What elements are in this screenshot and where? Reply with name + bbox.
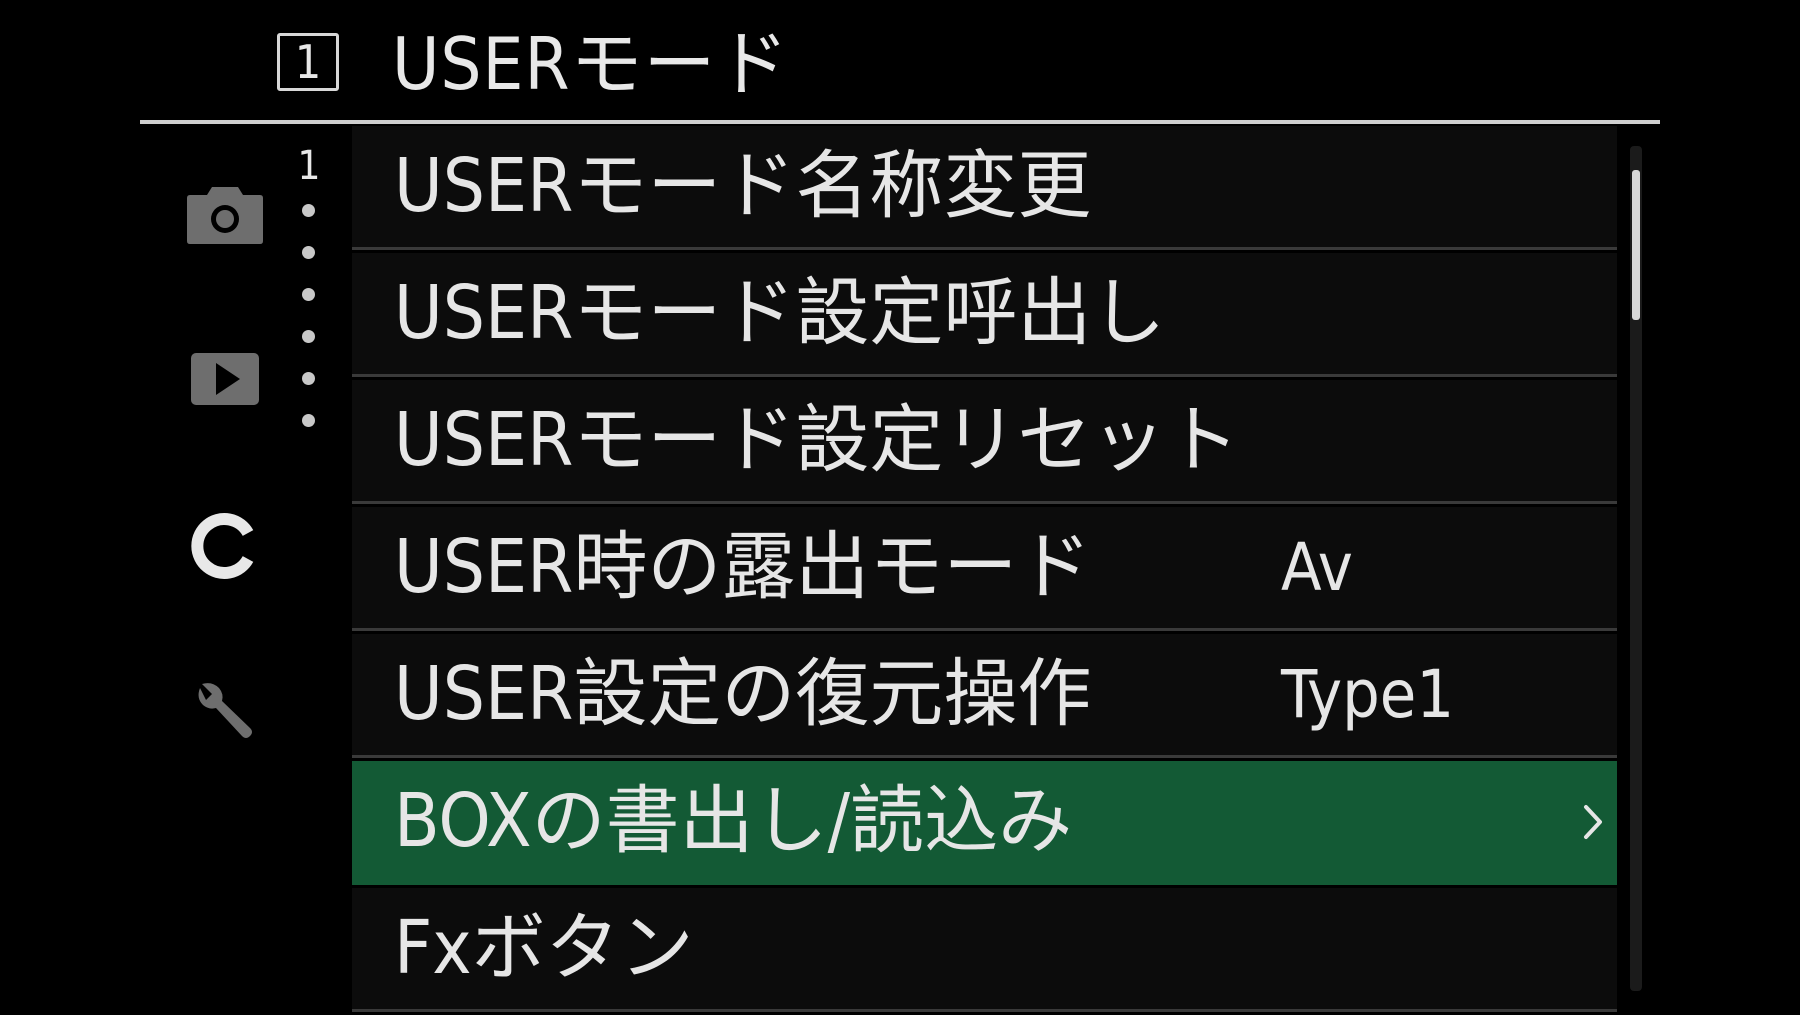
menu-item-user-restore-operation[interactable]: USER設定の復元操作 Type1 — [352, 634, 1617, 758]
page-dot — [302, 414, 315, 427]
menu-item-label: BOXの書出し/読込み — [394, 778, 1073, 864]
page-dot — [302, 246, 315, 259]
page-badge: 1 — [277, 33, 339, 91]
menu-item-label: Fxボタン — [394, 905, 694, 991]
page-dot — [302, 372, 315, 385]
menu-item-user-exposure-mode[interactable]: USER時の露出モード Av — [352, 507, 1617, 631]
menu-item-label: USER設定の復元操作 — [394, 651, 1092, 737]
header-divider — [140, 120, 1660, 124]
tab-playback[interactable] — [170, 324, 280, 434]
page-title: USERモード — [392, 22, 790, 106]
wrench-icon — [198, 683, 252, 738]
menu-item-box-export-import[interactable]: BOXの書出し/読込み — [352, 761, 1617, 885]
menu-item-value: Av — [1281, 529, 1353, 606]
menu-item-label: USER時の露出モード — [394, 524, 1092, 610]
menu-item-label: USERモード名称変更 — [394, 143, 1092, 229]
menu-item-user-mode-reset[interactable]: USERモード設定リセット — [352, 380, 1617, 504]
menu-item-value: Type1 — [1281, 656, 1455, 733]
menu-item-label: USERモード設定リセット — [394, 397, 1240, 483]
menu-item-label: USERモード設定呼出し — [394, 270, 1166, 356]
scrollbar-thumb[interactable] — [1632, 170, 1640, 320]
menu-item-fx-button[interactable]: Fxボタン — [352, 888, 1617, 1012]
chevron-right-icon — [1573, 761, 1613, 882]
camera-icon — [187, 187, 263, 244]
tab-setup[interactable] — [170, 658, 280, 768]
menu-list: USERモード名称変更 USERモード設定呼出し USERモード設定リセット U… — [352, 126, 1617, 1015]
page-dot — [302, 330, 315, 343]
menu-header: 1 USERモード — [0, 0, 1800, 124]
page-dot — [302, 204, 315, 217]
page-dot — [302, 288, 315, 301]
playback-icon — [191, 353, 259, 405]
tab-custom[interactable] — [170, 491, 280, 601]
menu-item-user-mode-recall[interactable]: USERモード設定呼出し — [352, 253, 1617, 377]
tab-shooting[interactable] — [170, 158, 280, 268]
menu-item-user-mode-rename[interactable]: USERモード名称変更 — [352, 126, 1617, 250]
page-indicator-number: 1 — [297, 143, 321, 189]
custom-c-icon — [191, 513, 254, 579]
